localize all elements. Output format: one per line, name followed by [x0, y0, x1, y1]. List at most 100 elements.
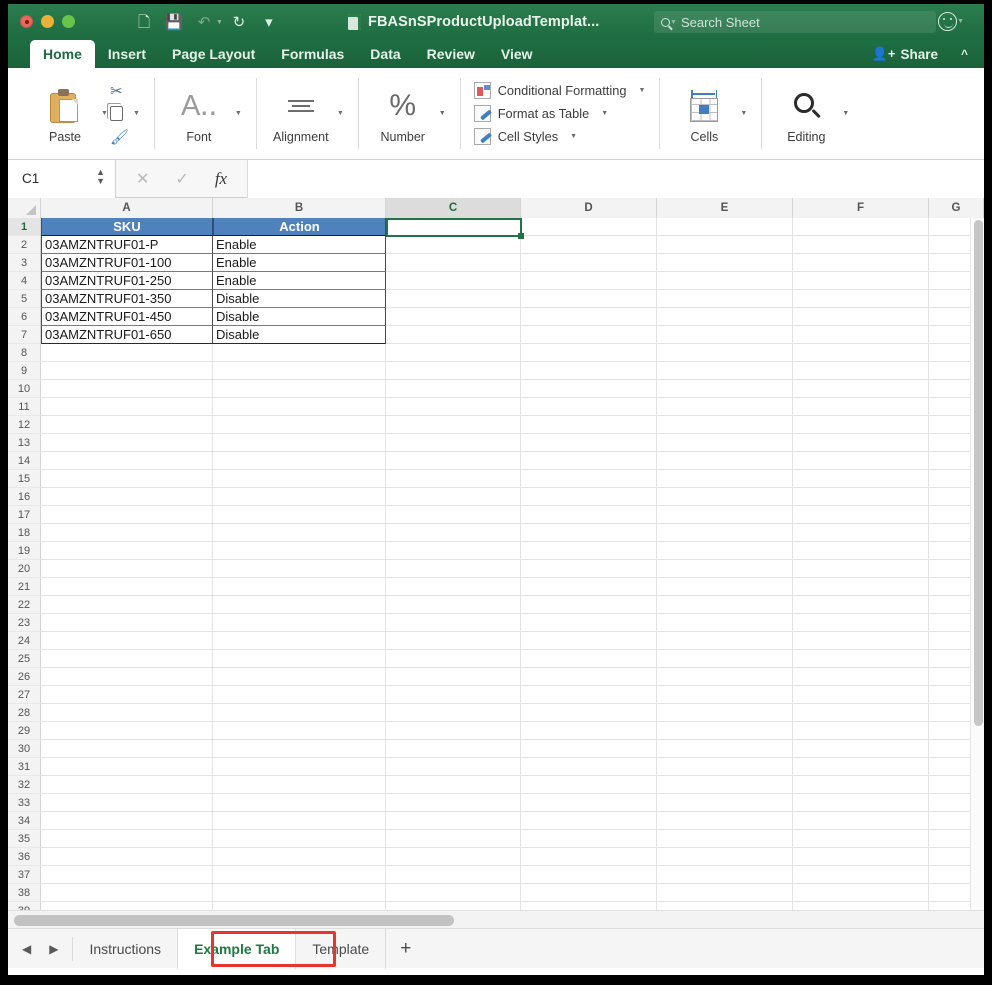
cell-C33[interactable] — [386, 794, 521, 812]
cell-styles-button[interactable]: Cell Styles ▼ — [474, 128, 646, 145]
tab-formulas[interactable]: Formulas — [268, 40, 357, 68]
add-sheet-button[interactable]: + — [386, 929, 425, 969]
cell-C10[interactable] — [386, 380, 521, 398]
minimize-button[interactable] — [41, 15, 54, 28]
tab-view[interactable]: View — [488, 40, 546, 68]
cell-A35[interactable] — [41, 830, 213, 848]
row-header-18[interactable]: 18 — [8, 524, 41, 542]
cell-E23[interactable] — [657, 614, 793, 632]
cell-A8[interactable] — [41, 344, 213, 362]
cell-B30[interactable] — [213, 740, 386, 758]
cell-D15[interactable] — [521, 470, 657, 488]
new-sheet-icon[interactable]: 🗋 — [130, 10, 158, 34]
format-as-table-chevron-down-icon[interactable]: ▼ — [601, 110, 608, 117]
cell-A14[interactable] — [41, 452, 213, 470]
cell-A19[interactable] — [41, 542, 213, 560]
cell-A13[interactable] — [41, 434, 213, 452]
cell-B22[interactable] — [213, 596, 386, 614]
row-header-7[interactable]: 7 — [8, 326, 41, 344]
cell-B6[interactable]: Disable — [213, 308, 386, 326]
cell-C25[interactable] — [386, 650, 521, 668]
cell-B5[interactable]: Disable — [213, 290, 386, 308]
conditional-formatting-button[interactable]: Conditional Formatting ▼ — [474, 82, 646, 99]
cell-D25[interactable] — [521, 650, 657, 668]
cell-E9[interactable] — [657, 362, 793, 380]
row-header-6[interactable]: 6 — [8, 308, 41, 326]
search-sheet-input[interactable]: ▼ Search Sheet — [654, 11, 936, 33]
cell-B3[interactable]: Enable — [213, 254, 386, 272]
cell-F39[interactable] — [793, 902, 929, 910]
row-header-8[interactable]: 8 — [8, 344, 41, 362]
cell-C8[interactable] — [386, 344, 521, 362]
cell-C31[interactable] — [386, 758, 521, 776]
cell-B11[interactable] — [213, 398, 386, 416]
cell-D33[interactable] — [521, 794, 657, 812]
tab-home[interactable]: Home — [30, 40, 95, 68]
cell-D13[interactable] — [521, 434, 657, 452]
cell-F12[interactable] — [793, 416, 929, 434]
cell-A30[interactable] — [41, 740, 213, 758]
alignment-button[interactable]: Alignment — [270, 83, 332, 144]
cell-styles-chevron-down-icon[interactable]: ▼ — [570, 133, 577, 140]
zoom-button[interactable] — [62, 15, 75, 28]
column-header-e[interactable]: E — [657, 198, 793, 218]
row-header-11[interactable]: 11 — [8, 398, 41, 416]
format-painter-button[interactable]: 🖌 — [110, 126, 129, 148]
cell-A5[interactable]: 03AMZNTRUF01-350 — [41, 290, 213, 308]
quick-access-toolbar[interactable]: 🗋 💾 ↶ ▼ ↻ ▾ — [130, 10, 283, 34]
cell-B35[interactable] — [213, 830, 386, 848]
cell-A31[interactable] — [41, 758, 213, 776]
cell-E14[interactable] — [657, 452, 793, 470]
row-header-39[interactable]: 39 — [8, 902, 41, 910]
cell-A37[interactable] — [41, 866, 213, 884]
cell-C9[interactable] — [386, 362, 521, 380]
cell-E10[interactable] — [657, 380, 793, 398]
cell-F34[interactable] — [793, 812, 929, 830]
cell-F29[interactable] — [793, 722, 929, 740]
row-header-28[interactable]: 28 — [8, 704, 41, 722]
row-header-15[interactable]: 15 — [8, 470, 41, 488]
cell-E6[interactable] — [657, 308, 793, 326]
cell-F3[interactable] — [793, 254, 929, 272]
format-as-table-button[interactable]: Format as Table ▼ — [474, 105, 646, 122]
cell-B13[interactable] — [213, 434, 386, 452]
paste-button[interactable]: Paste — [34, 83, 96, 144]
cell-C22[interactable] — [386, 596, 521, 614]
row-header-35[interactable]: 35 — [8, 830, 41, 848]
cell-A18[interactable] — [41, 524, 213, 542]
cell-C32[interactable] — [386, 776, 521, 794]
sheet-tab-example-tab[interactable]: Example Tab — [178, 929, 296, 969]
cell-F22[interactable] — [793, 596, 929, 614]
sheet-tab-template[interactable]: Template — [296, 929, 386, 969]
cell-F13[interactable] — [793, 434, 929, 452]
cell-E34[interactable] — [657, 812, 793, 830]
vertical-scrollbar[interactable] — [970, 218, 984, 910]
cut-button[interactable]: ✂ — [110, 80, 123, 102]
cell-B19[interactable] — [213, 542, 386, 560]
cell-C27[interactable] — [386, 686, 521, 704]
cell-F16[interactable] — [793, 488, 929, 506]
cell-F25[interactable] — [793, 650, 929, 668]
cell-F6[interactable] — [793, 308, 929, 326]
column-header-f[interactable]: F — [793, 198, 929, 218]
save-icon[interactable]: 💾 — [160, 10, 188, 34]
cell-B21[interactable] — [213, 578, 386, 596]
cell-E1[interactable] — [657, 218, 793, 236]
cell-A36[interactable] — [41, 848, 213, 866]
cell-D16[interactable] — [521, 488, 657, 506]
cell-B36[interactable] — [213, 848, 386, 866]
cell-C4[interactable] — [386, 272, 521, 290]
alignment-chevron-down-icon[interactable]: ▼ — [337, 110, 344, 117]
cell-A16[interactable] — [41, 488, 213, 506]
row-header-22[interactable]: 22 — [8, 596, 41, 614]
cell-A28[interactable] — [41, 704, 213, 722]
cell-D8[interactable] — [521, 344, 657, 362]
row-header-21[interactable]: 21 — [8, 578, 41, 596]
cell-F37[interactable] — [793, 866, 929, 884]
cell-B38[interactable] — [213, 884, 386, 902]
cell-C23[interactable] — [386, 614, 521, 632]
cell-A2[interactable]: 03AMZNTRUF01-P — [41, 236, 213, 254]
cell-A27[interactable] — [41, 686, 213, 704]
cell-B18[interactable] — [213, 524, 386, 542]
window-controls[interactable] — [20, 15, 75, 28]
